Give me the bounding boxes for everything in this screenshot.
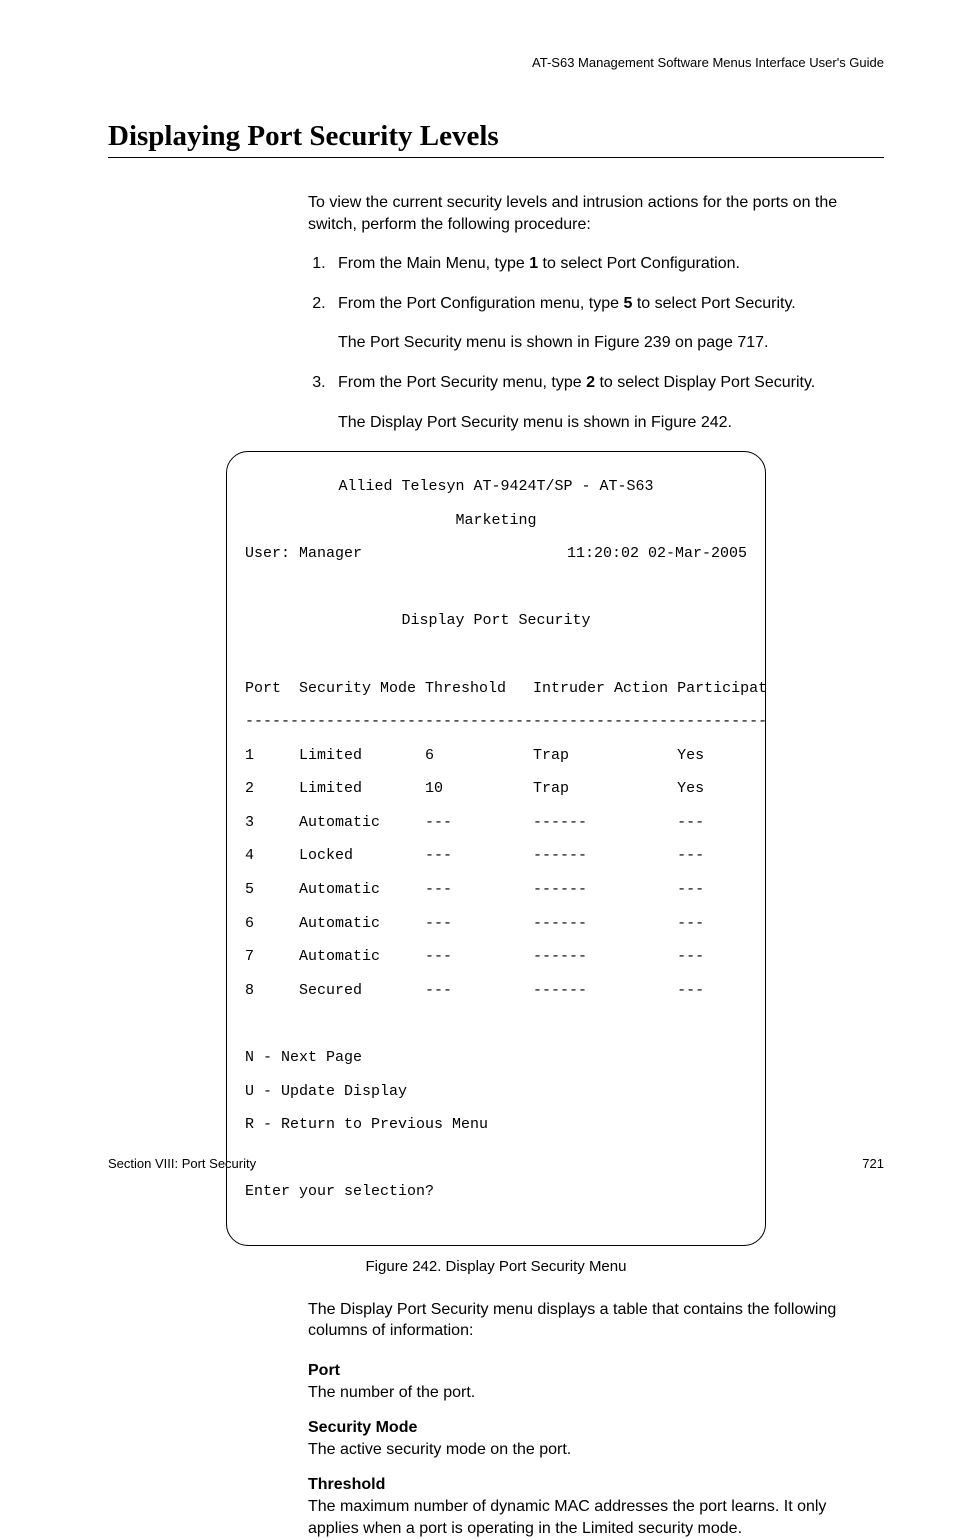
step-3-key: 2 — [586, 374, 595, 391]
terminal-divider: ----------------------------------------… — [245, 714, 747, 731]
table-row: 2 Limited 10 Trap Yes — [245, 781, 747, 798]
table-row: 6 Automatic --- ------ --- — [245, 916, 747, 933]
def-port-desc: The number of the port. — [308, 1382, 878, 1404]
step-2-text-a: From the Port Configuration menu, type — [338, 295, 623, 312]
def-threshold-desc: The maximum number of dynamic MAC addres… — [308, 1496, 878, 1539]
step-3-sub: The Display Port Security menu is shown … — [338, 412, 878, 434]
step-3: From the Port Security menu, type 2 to s… — [330, 372, 878, 433]
terminal-timestamp: 11:20:02 02-Mar-2005 — [567, 546, 747, 563]
terminal-option-next: N - Next Page — [245, 1050, 747, 1067]
page-title: Displaying Port Security Levels — [108, 120, 884, 153]
terminal-option-update: U - Update Display — [245, 1084, 747, 1101]
footer-page-number: 721 — [862, 1156, 884, 1171]
terminal-blank-3 — [245, 1016, 747, 1033]
table-row: 7 Automatic --- ------ --- — [245, 949, 747, 966]
after-figure-paragraph: The Display Port Security menu displays … — [308, 1299, 878, 1342]
terminal-screen-title: Display Port Security — [245, 613, 747, 630]
def-threshold-term: Threshold — [308, 1474, 878, 1496]
terminal-device-line: Allied Telesyn AT-9424T/SP - AT-S63 — [245, 479, 747, 496]
figure-caption: Figure 242. Display Port Security Menu — [108, 1258, 884, 1275]
def-mode-desc: The active security mode on the port. — [308, 1439, 878, 1461]
step-1-key: 1 — [529, 255, 538, 272]
step-3-text-c: to select Display Port Security. — [595, 374, 815, 391]
step-1-text-c: to select Port Configuration. — [538, 255, 740, 272]
step-2-text-c: to select Port Security. — [632, 295, 795, 312]
terminal-user: User: Manager — [245, 546, 362, 563]
step-3-text-a: From the Port Security menu, type — [338, 374, 586, 391]
table-row: 8 Secured --- ------ --- — [245, 983, 747, 1000]
table-row: 4 Locked --- ------ --- — [245, 848, 747, 865]
terminal-prompt: Enter your selection? — [245, 1184, 747, 1201]
footer-section: Section VIII: Port Security — [108, 1156, 256, 1171]
terminal-hostname: Marketing — [245, 513, 747, 530]
terminal-blank-1 — [245, 580, 747, 597]
def-mode-term: Security Mode — [308, 1417, 878, 1439]
step-2-sub: The Port Security menu is shown in Figur… — [338, 332, 878, 354]
procedure-list: From the Main Menu, type 1 to select Por… — [308, 253, 878, 433]
title-rule — [108, 157, 884, 158]
def-port-term: Port — [308, 1360, 878, 1382]
table-row: 5 Automatic --- ------ --- — [245, 882, 747, 899]
step-2: From the Port Configuration menu, type 5… — [330, 293, 878, 354]
header-guide-title: AT-S63 Management Software Menus Interfa… — [108, 55, 884, 70]
table-row: 1 Limited 6 Trap Yes — [245, 748, 747, 765]
step-1-text-a: From the Main Menu, type — [338, 255, 529, 272]
terminal-option-return: R - Return to Previous Menu — [245, 1117, 747, 1134]
terminal-columns: Port Security Mode Threshold Intruder Ac… — [245, 681, 747, 698]
intro-paragraph: To view the current security levels and … — [308, 192, 878, 235]
step-1: From the Main Menu, type 1 to select Por… — [330, 253, 878, 275]
terminal-blank-2 — [245, 647, 747, 664]
terminal-screen: Allied Telesyn AT-9424T/SP - AT-S63 Mark… — [226, 451, 766, 1246]
table-row: 3 Automatic --- ------ --- — [245, 815, 747, 832]
